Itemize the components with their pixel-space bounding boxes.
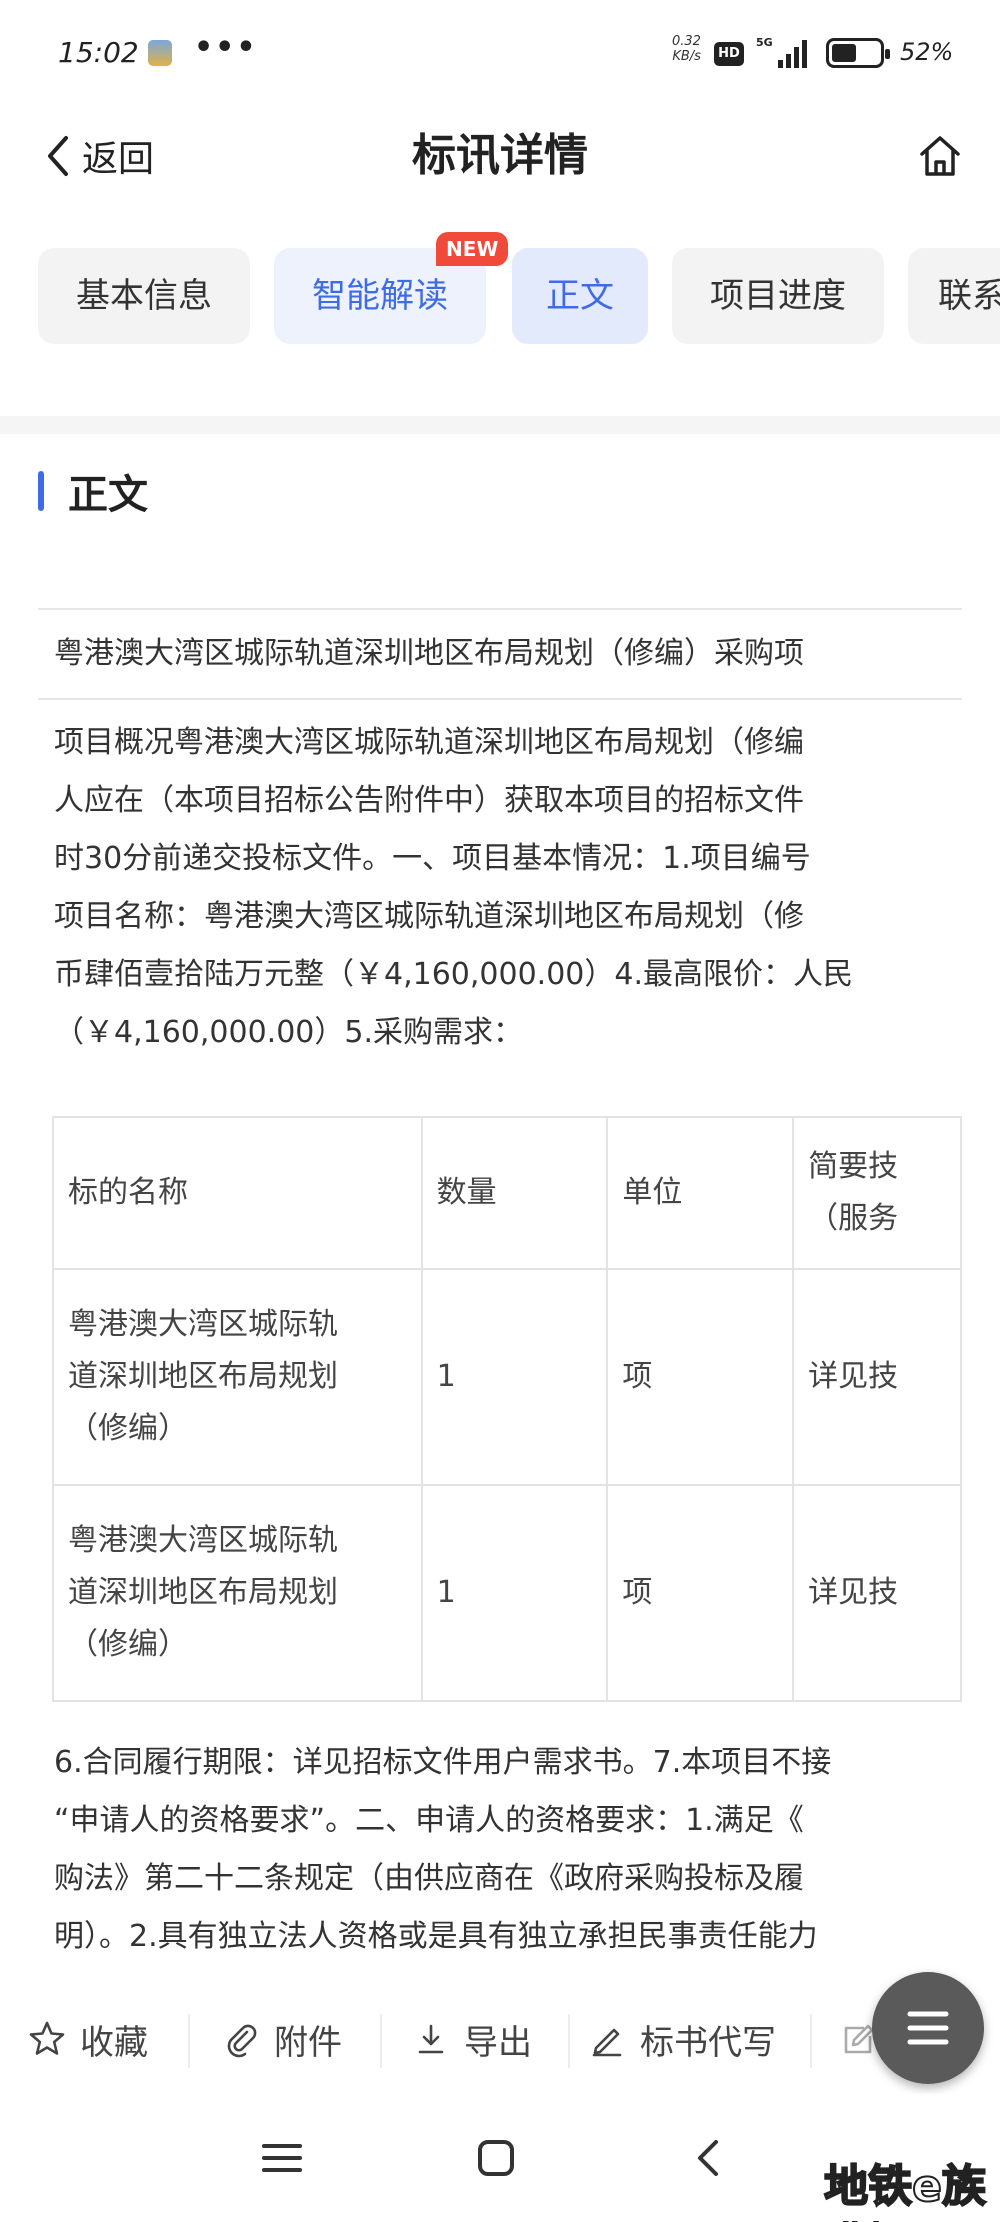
header-name: 标的名称	[68, 1175, 188, 1210]
star-icon	[29, 2021, 65, 2055]
paragraph-line: 明）。2.具有独立法人资格或是具有独立承担民事责任能力	[54, 1919, 818, 1954]
table-cell-unit: 项	[606, 1268, 795, 1486]
action-divider	[568, 2014, 570, 2068]
more-notifications-icon: •••	[194, 30, 258, 65]
watermark-brand: 地铁e族	[823, 2161, 987, 2212]
new-badge: NEW	[436, 232, 509, 266]
document-paragraph-2: 6.合同履行期限：详见招标文件用户需求书。7.本项目不接 “申请人的资格要求”。…	[54, 1734, 962, 1966]
attachment-label: 附件	[274, 2022, 342, 2063]
export-button[interactable]: 导出	[412, 1984, 532, 2094]
item-name-line: 道深圳地区布局规划	[68, 1575, 338, 1610]
table-header-cell: 单位	[606, 1116, 795, 1270]
signal-icon: 5G	[756, 36, 807, 68]
document-title: 粤港澳大湾区城际轨道深圳地区布局规划（修编）采购项	[38, 608, 962, 700]
table-cell-qty: 1	[420, 1268, 609, 1486]
document-paragraph-1: 项目概况粤港澳大湾区城际轨道深圳地区布局规划（修编 人应在（本项目招标公告附件中…	[54, 714, 962, 1062]
procurement-requirements-table: 标的名称 数量 单位 简要技 （服务 粤港澳大湾区城际轨 道深圳地区布局规划 （…	[52, 1116, 962, 1702]
battery-level	[832, 44, 856, 62]
attachment-button[interactable]: 附件	[222, 1984, 342, 2094]
paragraph-line: （￥4,160,000.00）5.采购需求：	[54, 1015, 524, 1050]
export-label: 导出	[464, 2022, 532, 2063]
back-triangle-icon[interactable]	[680, 2128, 740, 2188]
header-qty: 数量	[436, 1175, 497, 1210]
floating-menu-button[interactable]	[872, 1972, 984, 2084]
table-cell-name: 粤港澳大湾区城际轨 道深圳地区布局规划 （修编）	[52, 1484, 423, 1702]
action-divider	[188, 2014, 190, 2068]
document-body[interactable]: 粤港澳大湾区城际轨道深圳地区布局规划（修编）采购项 项目概况粤港澳大湾区城际轨道…	[38, 608, 962, 1978]
section-heading: 正文	[38, 466, 148, 518]
item-name-line: 粤港澳大湾区城际轨	[68, 1523, 338, 1558]
tab-project-progress[interactable]: 项目进度	[672, 248, 884, 344]
table-header-cell: 简要技 （服务	[792, 1116, 962, 1270]
item-name-line: （修编）	[68, 1411, 188, 1446]
action-divider	[380, 2014, 382, 2068]
paragraph-line: “申请人的资格要求”。二、申请人的资格要求：1.满足《	[54, 1803, 804, 1838]
app-notification-icon	[148, 40, 172, 66]
tab-main-text[interactable]: 正文	[512, 248, 648, 344]
home-icon[interactable]	[916, 132, 964, 180]
paragraph-line: 项目名称：粤港澳大湾区城际轨道深圳地区布局规划（修	[54, 899, 804, 934]
table-cell-brief: 详见技	[792, 1484, 962, 1702]
network-speed: 0.32 KB/s	[672, 34, 701, 64]
table-row: 粤港澳大湾区城际轨 道深圳地区布局规划 （修编） 1 项 详见技	[52, 1268, 962, 1486]
nav-bar: 返回 标讯详情	[0, 110, 1000, 210]
pen-icon	[592, 2028, 622, 2057]
tab-basic-info[interactable]: 基本信息	[38, 248, 250, 344]
paperclip-icon	[227, 2024, 257, 2058]
network-speed-unit: KB/s	[672, 49, 701, 64]
heading-accent-bar	[38, 471, 44, 511]
bottom-action-bar: 收藏 附件 导出 标书代写 纠错	[0, 1984, 1000, 2094]
table-header-row: 标的名称 数量 单位 简要技 （服务	[52, 1116, 962, 1270]
watermark-logo: 地铁e族 ditiee.com	[786, 2161, 987, 2222]
tab-bar: 基本信息 智能解读 正文 项目进度 联系	[38, 248, 1000, 344]
table-cell-unit: 项	[606, 1484, 795, 1702]
favorite-button[interactable]: 收藏	[28, 1984, 148, 2094]
item-name-line: 粤港澳大湾区城际轨	[68, 1307, 338, 1342]
table-cell-brief: 详见技	[792, 1268, 962, 1486]
section-heading-text: 正文	[68, 472, 148, 518]
table-cell-name: 粤港澳大湾区城际轨 道深圳地区布局规划 （修编）	[52, 1268, 423, 1486]
status-time: 15:02	[58, 36, 139, 69]
paragraph-line: 币肆佰壹拾陆万元整（￥4,160,000.00）4.最高限价：人民	[54, 957, 854, 992]
table-header-cell: 数量	[420, 1116, 609, 1270]
favorite-label: 收藏	[80, 2022, 148, 2063]
paragraph-line: 购法》第二十二条规定（由供应商在《政府采购投标及履	[54, 1861, 804, 1896]
tab-contact[interactable]: 联系	[908, 248, 1000, 344]
status-bar: 15:02 ••• 0.32 KB/s HD 5G 52%	[0, 0, 1000, 110]
paragraph-line: 项目概况粤港澳大湾区城际轨道深圳地区布局规划（修编	[54, 725, 804, 760]
download-icon	[418, 2024, 444, 2054]
bid-writing-button[interactable]: 标书代写	[588, 1984, 776, 2094]
item-name-line: （修编）	[68, 1627, 188, 1662]
table-row: 粤港澳大湾区城际轨 道深圳地区布局规划 （修编） 1 项 详见技	[52, 1484, 962, 1702]
paragraph-line: 6.合同履行期限：详见招标文件用户需求书。7.本项目不接	[54, 1745, 832, 1780]
paragraph-line: 人应在（本项目招标公告附件中）获取本项目的招标文件	[54, 783, 804, 818]
recent-apps-icon[interactable]	[252, 2128, 312, 2188]
header-brief: 简要技	[808, 1149, 899, 1184]
item-name-line: 道深圳地区布局规划	[68, 1359, 338, 1394]
section-divider	[0, 416, 1000, 434]
battery-percent: 52%	[900, 38, 954, 66]
home-circle-icon[interactable]	[466, 2128, 526, 2188]
paragraph-line: 时30分前递交投标文件。一、项目基本情况：1.项目编号	[54, 841, 811, 876]
hd-voice-icon: HD	[714, 42, 744, 66]
header-brief-sub: （服务	[808, 1201, 899, 1236]
table-cell-qty: 1	[420, 1484, 609, 1702]
bid-writing-label: 标书代写	[640, 2022, 776, 2063]
action-divider	[810, 2014, 812, 2068]
page-title: 标讯详情	[412, 130, 588, 181]
battery-icon	[826, 38, 890, 68]
network-speed-value: 0.32	[672, 34, 701, 49]
network-type: 5G	[756, 36, 773, 49]
header-unit: 单位	[622, 1175, 683, 1210]
menu-lines-icon	[907, 2011, 949, 2045]
table-header-cell: 标的名称	[52, 1116, 423, 1270]
watermark-url: ditiee.com	[786, 2210, 986, 2222]
